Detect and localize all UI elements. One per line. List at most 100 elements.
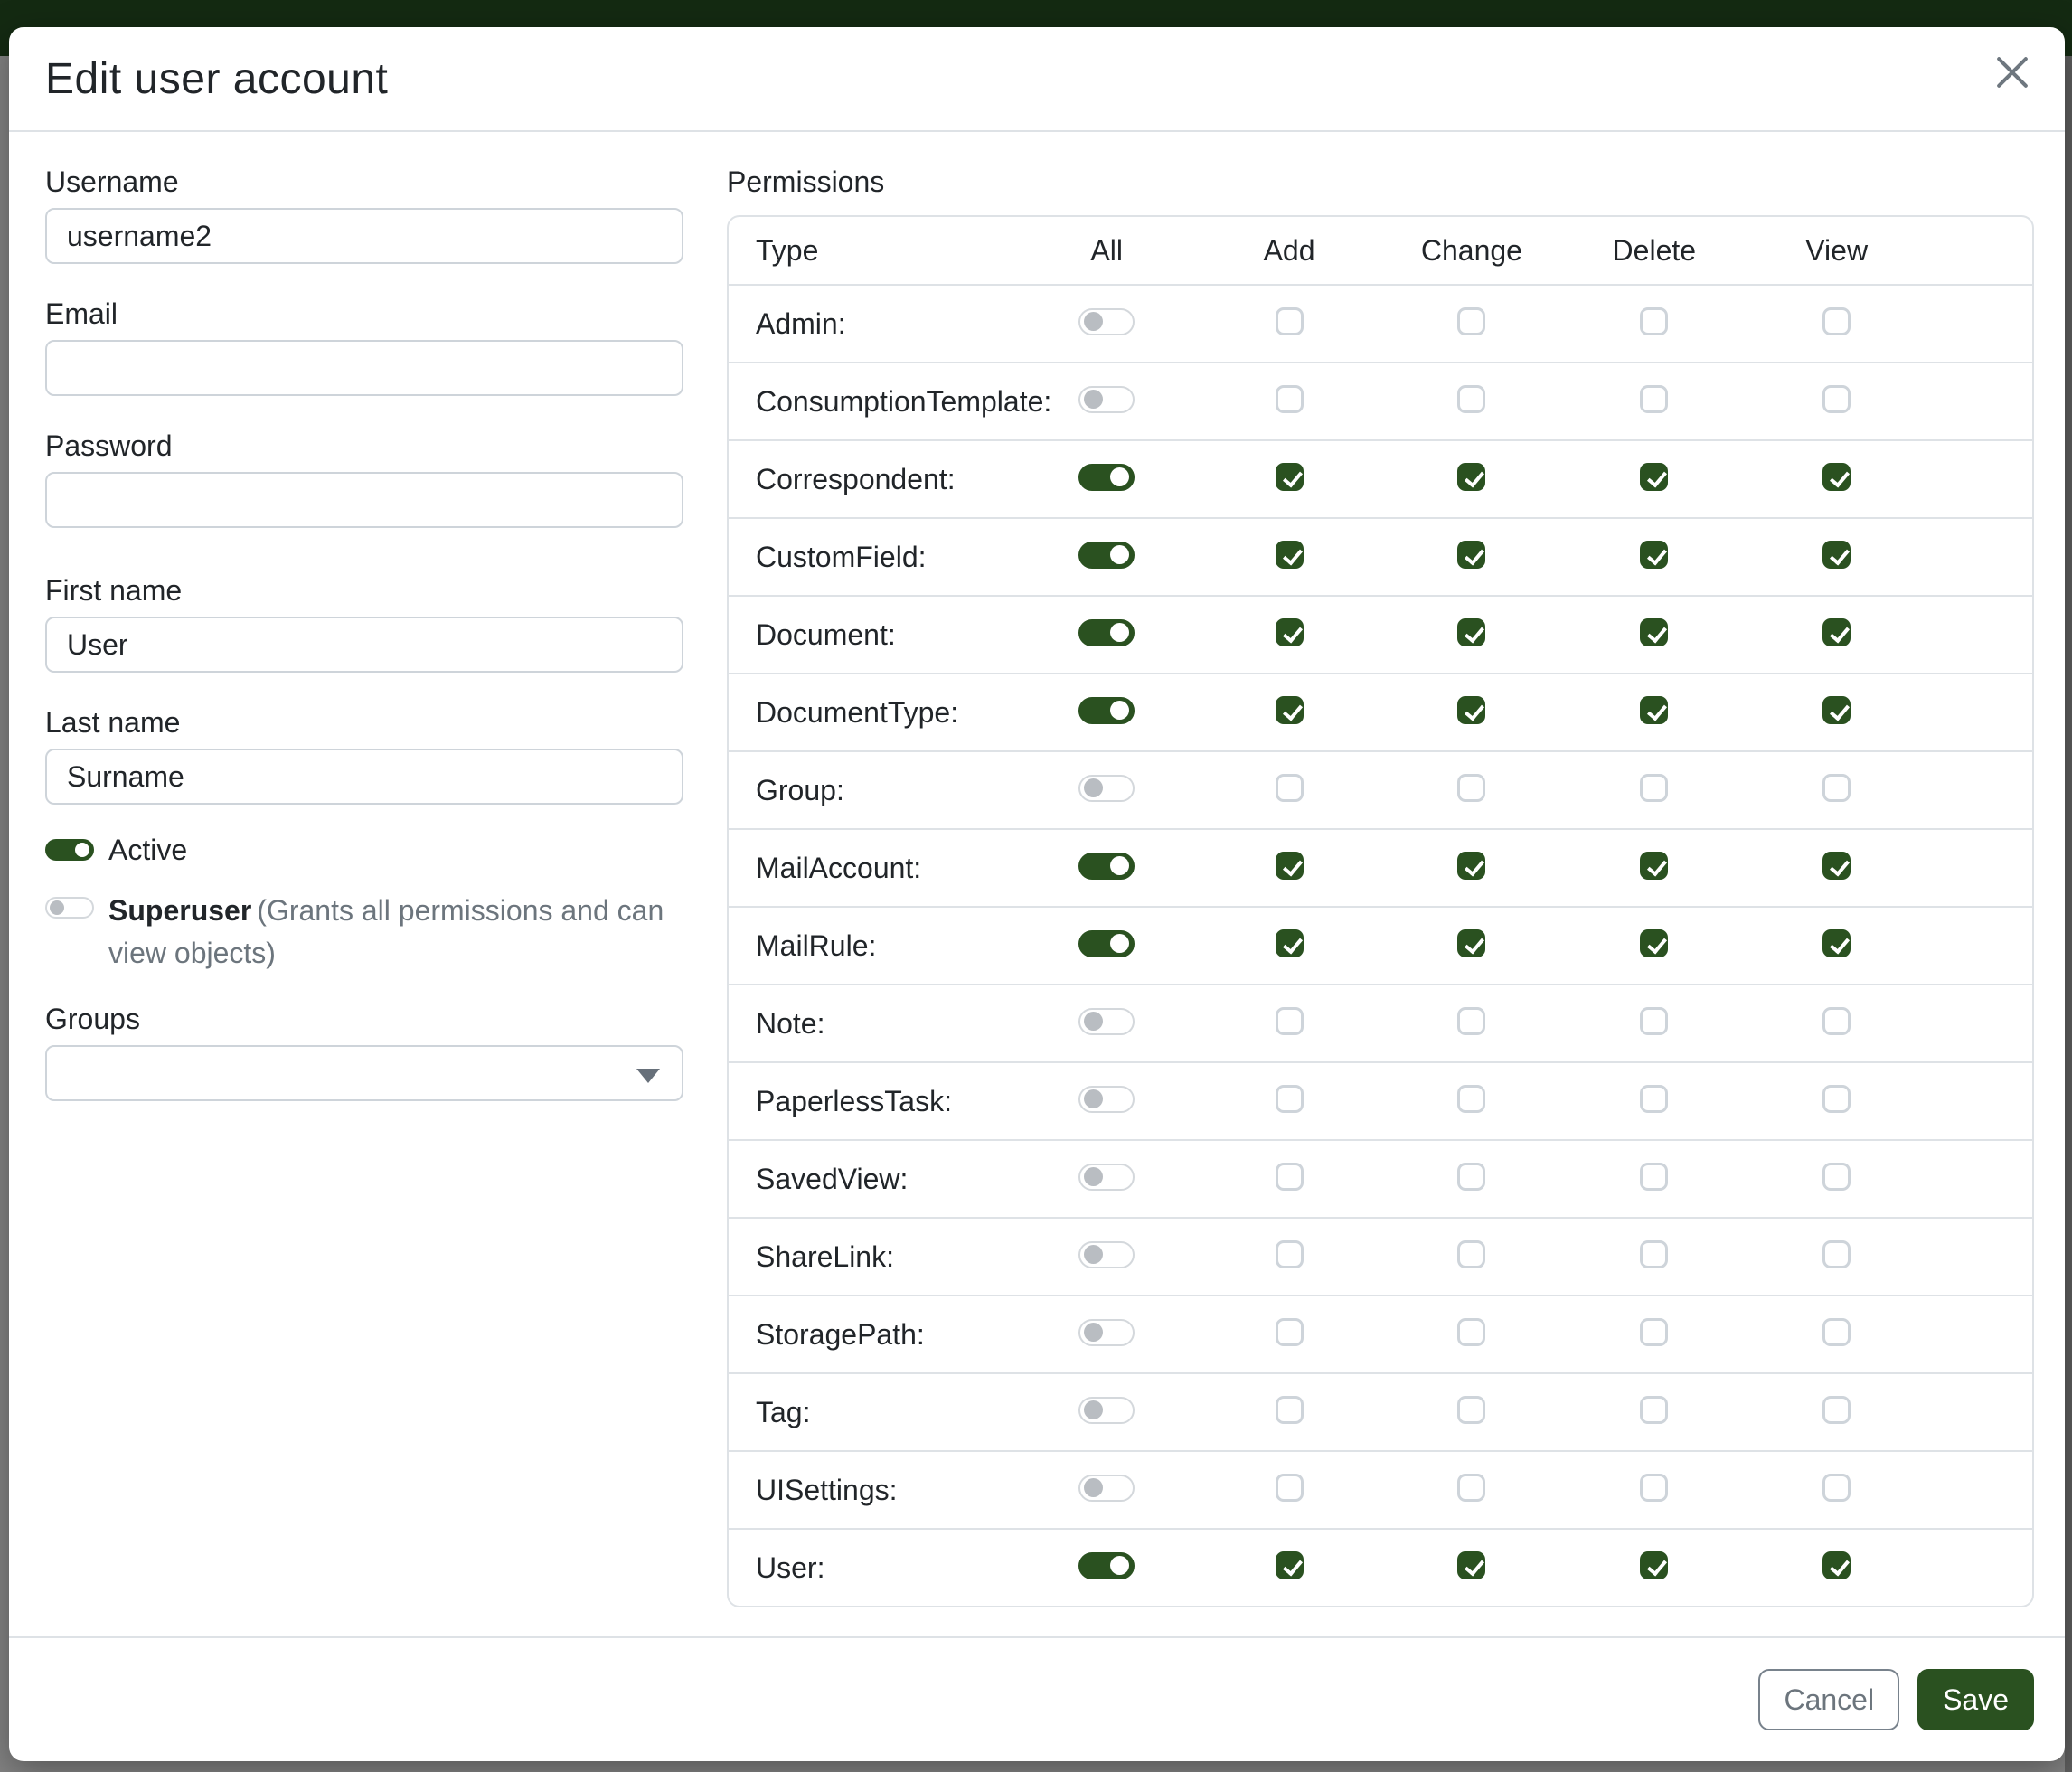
- permission-view-checkbox[interactable]: [1822, 1240, 1851, 1268]
- permission-add-checkbox[interactable]: [1276, 385, 1304, 413]
- permission-change-checkbox[interactable]: [1457, 385, 1485, 413]
- permission-view-checkbox[interactable]: [1822, 618, 1851, 646]
- permission-delete-checkbox[interactable]: [1640, 696, 1668, 724]
- permission-view-checkbox[interactable]: [1822, 774, 1851, 802]
- permission-add-checkbox[interactable]: [1276, 618, 1304, 646]
- permission-delete-checkbox[interactable]: [1640, 1007, 1668, 1035]
- permission-delete-checkbox[interactable]: [1640, 307, 1668, 335]
- permission-all-toggle[interactable]: [1078, 1008, 1135, 1035]
- permission-view-checkbox[interactable]: [1822, 307, 1851, 335]
- permission-change-checkbox[interactable]: [1457, 774, 1485, 802]
- permission-delete-checkbox[interactable]: [1640, 1318, 1668, 1346]
- permission-change-checkbox[interactable]: [1457, 1551, 1485, 1579]
- permission-view-checkbox[interactable]: [1822, 1007, 1851, 1035]
- permission-all-toggle[interactable]: [1078, 1164, 1135, 1191]
- superuser-toggle[interactable]: [45, 897, 94, 919]
- permission-delete-checkbox[interactable]: [1640, 1474, 1668, 1502]
- permission-delete-checkbox[interactable]: [1640, 1396, 1668, 1424]
- permission-view-checkbox[interactable]: [1822, 929, 1851, 957]
- save-button[interactable]: Save: [1917, 1669, 2034, 1730]
- last-name-input[interactable]: [45, 749, 683, 805]
- permission-view-checkbox[interactable]: [1822, 385, 1851, 413]
- permission-delete-checkbox[interactable]: [1640, 463, 1668, 491]
- permission-all-toggle[interactable]: [1078, 542, 1135, 569]
- cancel-button[interactable]: Cancel: [1758, 1669, 1899, 1730]
- permission-all-toggle[interactable]: [1078, 853, 1135, 880]
- permission-change-checkbox[interactable]: [1457, 929, 1485, 957]
- permission-add-checkbox[interactable]: [1276, 307, 1304, 335]
- permission-delete-checkbox[interactable]: [1640, 852, 1668, 880]
- permission-all-toggle[interactable]: [1078, 775, 1135, 802]
- permission-delete-checkbox[interactable]: [1640, 1240, 1668, 1268]
- permission-view-checkbox[interactable]: [1822, 852, 1851, 880]
- permission-delete-checkbox[interactable]: [1640, 541, 1668, 569]
- permission-add-checkbox[interactable]: [1276, 463, 1304, 491]
- permission-change-checkbox[interactable]: [1457, 463, 1485, 491]
- permission-change-checkbox[interactable]: [1457, 1474, 1485, 1502]
- permission-view-checkbox[interactable]: [1822, 541, 1851, 569]
- permissions-rows: Admin: ConsumptionTemplate: Corresponden…: [729, 284, 2032, 1606]
- permission-all-toggle[interactable]: [1078, 619, 1135, 646]
- permission-add-checkbox[interactable]: [1276, 1474, 1304, 1502]
- screen: Edit user account Username Email Passwor…: [0, 0, 2072, 1772]
- permission-delete-checkbox[interactable]: [1640, 1551, 1668, 1579]
- permission-all-toggle[interactable]: [1078, 1552, 1135, 1579]
- permission-delete-checkbox[interactable]: [1640, 1085, 1668, 1113]
- permission-all-toggle[interactable]: [1078, 386, 1135, 413]
- permission-change-checkbox[interactable]: [1457, 1007, 1485, 1035]
- page-scrollbar[interactable]: [2065, 56, 2072, 1772]
- permission-delete-checkbox[interactable]: [1640, 929, 1668, 957]
- permission-delete-checkbox[interactable]: [1640, 618, 1668, 646]
- permission-view-checkbox[interactable]: [1822, 1474, 1851, 1502]
- permission-all-toggle[interactable]: [1078, 1475, 1135, 1502]
- permission-add-checkbox[interactable]: [1276, 1318, 1304, 1346]
- permission-add-checkbox[interactable]: [1276, 852, 1304, 880]
- permission-add-checkbox[interactable]: [1276, 541, 1304, 569]
- permission-change-checkbox[interactable]: [1457, 696, 1485, 724]
- permission-add-checkbox[interactable]: [1276, 1085, 1304, 1113]
- permission-add-checkbox[interactable]: [1276, 929, 1304, 957]
- permission-type-label: MailRule:: [729, 929, 1015, 963]
- permission-add-checkbox[interactable]: [1276, 1240, 1304, 1268]
- permission-add-checkbox[interactable]: [1276, 1163, 1304, 1191]
- permission-change-checkbox[interactable]: [1457, 1318, 1485, 1346]
- permission-all-toggle[interactable]: [1078, 1397, 1135, 1424]
- permission-add-checkbox[interactable]: [1276, 696, 1304, 724]
- permission-all-toggle[interactable]: [1078, 1241, 1135, 1268]
- permission-all-toggle[interactable]: [1078, 1319, 1135, 1346]
- permission-change-checkbox[interactable]: [1457, 1085, 1485, 1113]
- permission-add-checkbox[interactable]: [1276, 774, 1304, 802]
- first-name-input[interactable]: [45, 617, 683, 673]
- permission-add-checkbox[interactable]: [1276, 1551, 1304, 1579]
- active-toggle[interactable]: [45, 839, 94, 861]
- permission-view-checkbox[interactable]: [1822, 1396, 1851, 1424]
- permission-all-toggle[interactable]: [1078, 308, 1135, 335]
- permission-view-checkbox[interactable]: [1822, 463, 1851, 491]
- permission-change-checkbox[interactable]: [1457, 1163, 1485, 1191]
- permission-view-checkbox[interactable]: [1822, 1085, 1851, 1113]
- permission-view-checkbox[interactable]: [1822, 1551, 1851, 1579]
- permission-all-toggle[interactable]: [1078, 1086, 1135, 1113]
- email-input[interactable]: [45, 340, 683, 396]
- permission-change-checkbox[interactable]: [1457, 618, 1485, 646]
- password-input[interactable]: [45, 472, 683, 528]
- permission-delete-checkbox[interactable]: [1640, 774, 1668, 802]
- permission-all-toggle[interactable]: [1078, 697, 1135, 724]
- permission-delete-checkbox[interactable]: [1640, 385, 1668, 413]
- permission-change-checkbox[interactable]: [1457, 307, 1485, 335]
- permission-change-checkbox[interactable]: [1457, 852, 1485, 880]
- permission-add-checkbox[interactable]: [1276, 1396, 1304, 1424]
- permission-all-toggle[interactable]: [1078, 930, 1135, 957]
- permission-all-toggle[interactable]: [1078, 464, 1135, 491]
- username-input[interactable]: [45, 208, 683, 264]
- permission-view-checkbox[interactable]: [1822, 696, 1851, 724]
- permission-view-checkbox[interactable]: [1822, 1163, 1851, 1191]
- permission-add-checkbox[interactable]: [1276, 1007, 1304, 1035]
- close-button[interactable]: [1989, 49, 2036, 96]
- groups-select[interactable]: [45, 1045, 683, 1101]
- permission-change-checkbox[interactable]: [1457, 1240, 1485, 1268]
- permission-delete-checkbox[interactable]: [1640, 1163, 1668, 1191]
- permission-change-checkbox[interactable]: [1457, 541, 1485, 569]
- permission-view-checkbox[interactable]: [1822, 1318, 1851, 1346]
- permission-change-checkbox[interactable]: [1457, 1396, 1485, 1424]
